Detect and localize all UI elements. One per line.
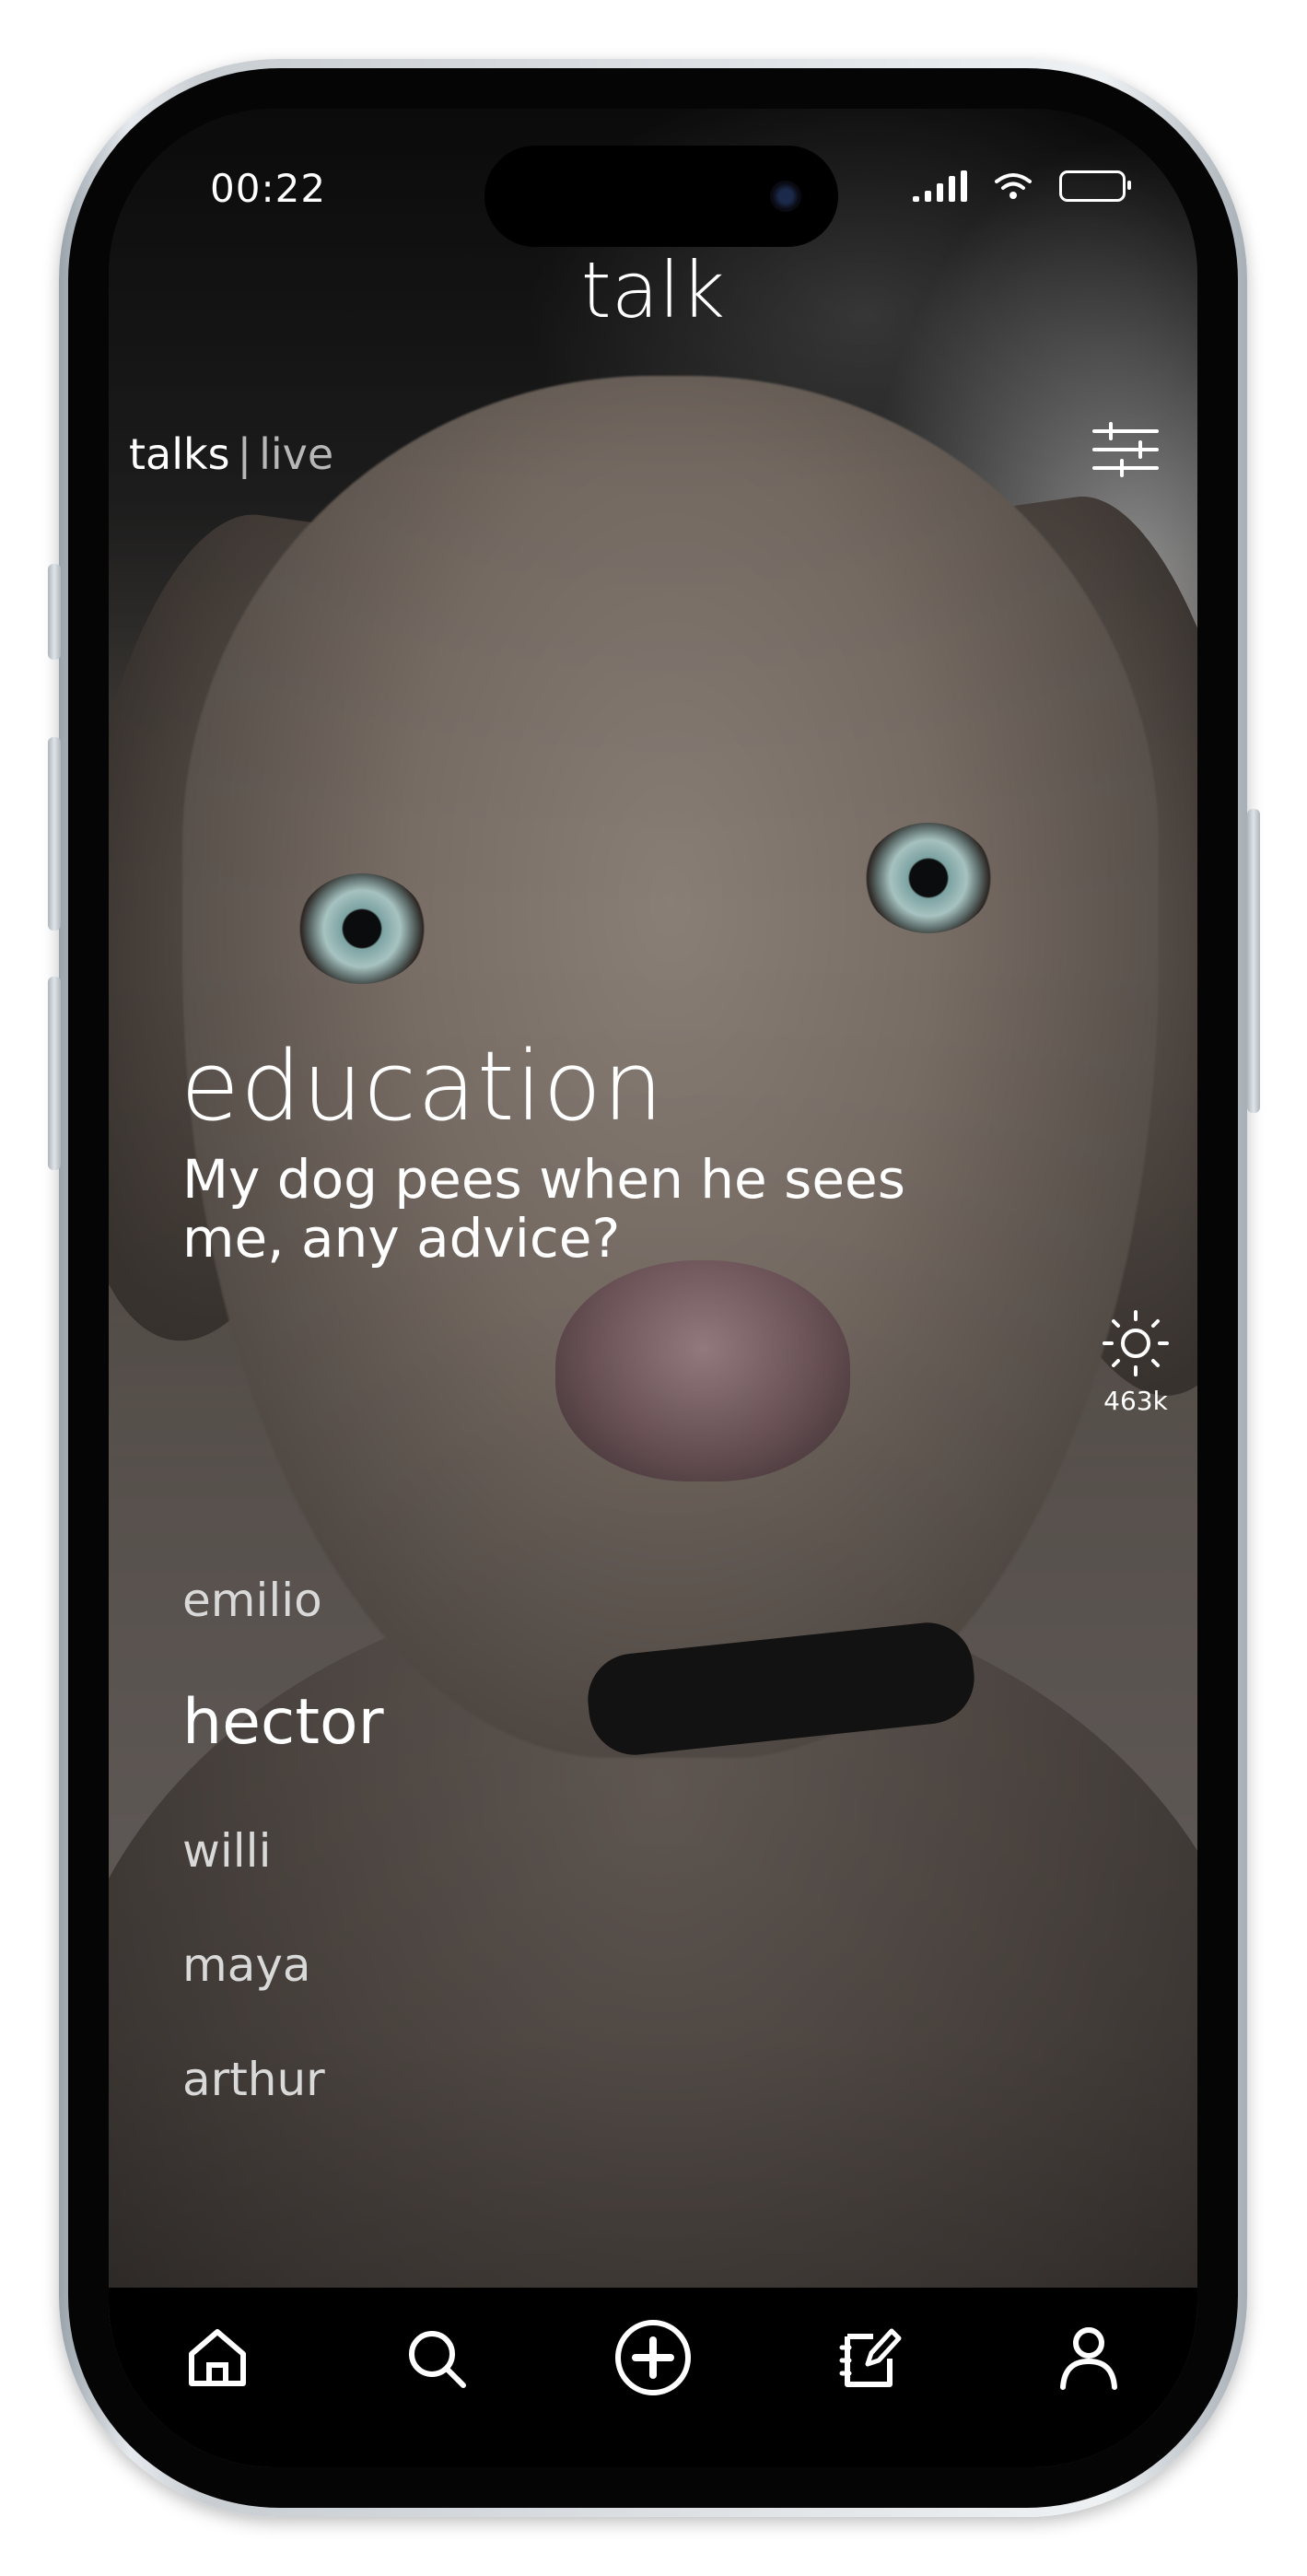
volume-up-button: [48, 737, 61, 931]
add-icon: [614, 2320, 691, 2395]
power-button: [1247, 809, 1260, 1113]
screen: 00:22 talk talks | live education My dog p…: [109, 109, 1197, 2467]
volume-down-button: [48, 977, 61, 1170]
app-title: talk: [580, 245, 726, 335]
profile-icon: [1059, 2327, 1117, 2390]
bottom-nav: [109, 2288, 1197, 2467]
tab-separator: |: [237, 429, 252, 479]
sliders-icon: [1092, 422, 1159, 477]
action-button: [48, 564, 61, 660]
nav-profile[interactable]: [1046, 2315, 1131, 2400]
tab-talks[interactable]: talks: [129, 429, 230, 479]
status-time: 00:22: [210, 166, 327, 211]
filter-button[interactable]: [1091, 420, 1161, 479]
home-icon: [189, 2329, 247, 2386]
search-icon: [408, 2331, 466, 2388]
nav-home[interactable]: [175, 2315, 260, 2400]
post-question[interactable]: My dog pees when he sees me, any advice?: [182, 1150, 1011, 1268]
post-category: education: [181, 1030, 665, 1142]
nav-create[interactable]: [611, 2315, 695, 2400]
feed-tabs: talks | live: [129, 429, 333, 479]
sun-icon: [1103, 1310, 1169, 1376]
signal-icon: [913, 170, 967, 202]
nav-search[interactable]: [393, 2315, 478, 2400]
like-count: 463k: [1103, 1386, 1168, 1416]
participant-willi[interactable]: willi: [182, 1824, 271, 1878]
dynamic-island: [484, 146, 838, 247]
like-button[interactable]: 463k: [1085, 1306, 1186, 1416]
participant-emilio[interactable]: emilio: [182, 1574, 322, 1627]
participant-hector[interactable]: hector: [182, 1686, 384, 1759]
participant-maya[interactable]: maya: [182, 1938, 311, 1992]
tab-live[interactable]: live: [259, 429, 333, 479]
battery-icon: [1059, 170, 1131, 202]
nav-notes[interactable]: [828, 2315, 913, 2400]
camera-icon: [770, 181, 801, 212]
participant-arthur[interactable]: arthur: [182, 2053, 325, 2106]
wifi-icon: [995, 173, 1032, 199]
status-icons: [913, 166, 1131, 206]
notes-icon: [839, 2328, 902, 2387]
